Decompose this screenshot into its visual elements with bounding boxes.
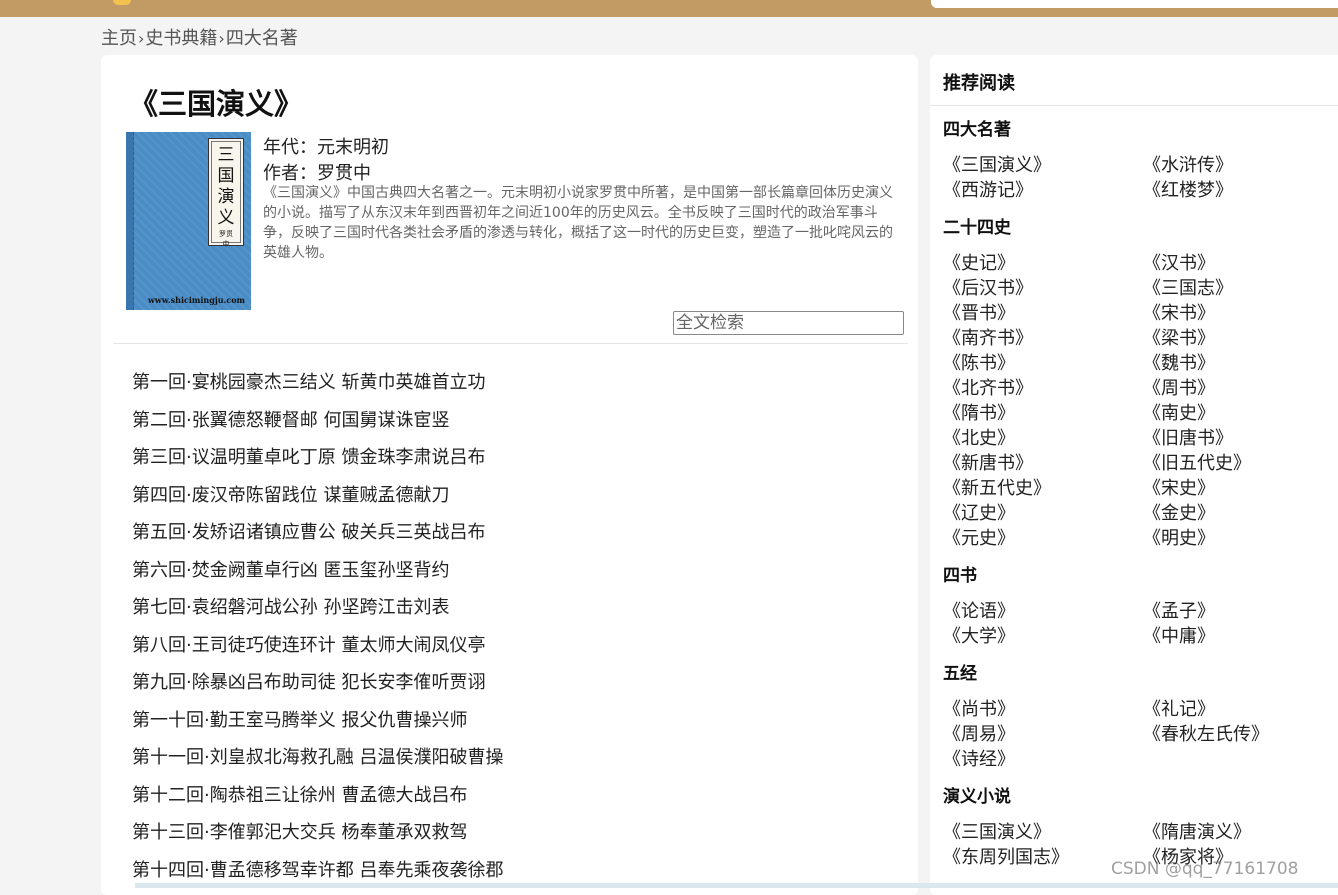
- chapter-link[interactable]: 第四回·废汉帝陈留践位 谋董贼孟德献刀: [132, 477, 503, 515]
- sidebar-divider: [930, 105, 1338, 106]
- book-link[interactable]: 《魏书》: [1143, 351, 1338, 376]
- book-link[interactable]: 《孟子》: [1143, 599, 1338, 624]
- book-link[interactable]: 《汉书》: [1143, 251, 1338, 276]
- book-link[interactable]: 《史记》: [943, 251, 1143, 276]
- book-title: 《三国演义》: [129, 87, 304, 121]
- book-link[interactable]: 《北史》: [943, 426, 1143, 451]
- section-heading: 二十四史: [943, 218, 1011, 238]
- book-description: 《三国演义》中国古典四大名著之一。元末明初小说家罗贯中所著，是中国第一部长篇章回…: [263, 185, 893, 261]
- book-link[interactable]: 《南史》: [1143, 401, 1338, 426]
- site-logo[interactable]: [113, 0, 131, 5]
- book-link[interactable]: 《陈书》: [943, 351, 1143, 376]
- book-link[interactable]: 《宋书》: [1143, 301, 1338, 326]
- book-link[interactable]: 《南齐书》: [943, 326, 1143, 351]
- chapter-link[interactable]: 第六回·焚金阙董卓行凶 匿玉玺孙坚背约: [132, 552, 503, 590]
- book-link[interactable]: 《新五代史》: [943, 476, 1143, 501]
- era-value: 元末明初: [317, 137, 389, 158]
- book-link[interactable]: 《周书》: [1143, 376, 1338, 401]
- top-search-box[interactable]: [931, 0, 1338, 8]
- sidebar-section-four-classics: 四大名著 《三国演义》 《水浒传》 《西游记》 《红楼梦》: [943, 118, 1338, 203]
- chevron-right-icon: ›: [218, 29, 225, 48]
- book-link[interactable]: 《春秋左氏传》: [1143, 722, 1338, 747]
- cover-title-text: 三国演义: [217, 145, 235, 228]
- section-heading: 四书: [943, 566, 977, 586]
- book-link[interactable]: 《尚书》: [943, 697, 1143, 722]
- author-value: 罗贯中: [317, 163, 371, 184]
- book-cover-image: 三国演义 罗贯中 www.shicimingju.com: [126, 132, 251, 310]
- book-link[interactable]: 《晋书》: [943, 301, 1143, 326]
- breadcrumb-current[interactable]: 四大名著: [226, 28, 298, 49]
- bottom-strip: [135, 883, 1338, 888]
- era-label: 年代：: [263, 137, 317, 158]
- book-link[interactable]: 《宋史》: [1143, 476, 1338, 501]
- author-label: 作者：: [263, 163, 317, 184]
- book-link[interactable]: 《三国演义》: [943, 820, 1143, 845]
- book-link[interactable]: 《梁书》: [1143, 326, 1338, 351]
- book-link[interactable]: 《论语》: [943, 599, 1143, 624]
- book-link[interactable]: 《隋唐演义》: [1143, 820, 1338, 845]
- sidebar-section-24-histories: 二十四史 《史记》 《汉书》 《后汉书》 《三国志》 《晋书》 《宋书》 《南齐…: [943, 216, 1338, 551]
- book-link[interactable]: 《北齐书》: [943, 376, 1143, 401]
- chapter-link[interactable]: 第一回·宴桃园豪杰三结义 斩黄巾英雄首立功: [132, 364, 503, 402]
- section-heading: 四大名著: [943, 120, 1011, 140]
- book-author: 作者：罗贯中: [263, 159, 371, 185]
- breadcrumb-home[interactable]: 主页: [101, 28, 137, 49]
- chevron-right-icon: ›: [138, 29, 145, 48]
- section-heading: 演义小说: [943, 787, 1011, 807]
- breadcrumb-category[interactable]: 史书典籍: [145, 28, 217, 49]
- book-link[interactable]: 《辽史》: [943, 501, 1143, 526]
- book-link[interactable]: 《隋书》: [943, 401, 1143, 426]
- book-link[interactable]: 《礼记》: [1143, 697, 1338, 722]
- book-detail-card: 《三国演义》 三国演义 罗贯中 www.shicimingju.com 年代：元…: [101, 55, 918, 895]
- breadcrumb: 主页›史书典籍›四大名著: [101, 24, 298, 50]
- chapter-link[interactable]: 第十三回·李傕郭汜大交兵 杨奉董承双救驾: [132, 814, 503, 852]
- chapter-link[interactable]: 第二回·张翼德怒鞭督邮 何国舅谋诛宦竖: [132, 402, 503, 440]
- top-nav-bar: [0, 0, 1338, 17]
- book-link[interactable]: 《旧唐书》: [1143, 426, 1338, 451]
- chapter-list: 第一回·宴桃园豪杰三结义 斩黄巾英雄首立功 第二回·张翼德怒鞭督邮 何国舅谋诛宦…: [132, 364, 503, 889]
- book-link[interactable]: 《诗经》: [943, 747, 1143, 772]
- sidebar-title: 推荐阅读: [943, 73, 1015, 94]
- book-link[interactable]: 《金史》: [1143, 501, 1338, 526]
- chapter-link[interactable]: 第十二回·陶恭祖三让徐州 曹孟德大战吕布: [132, 777, 503, 815]
- recommended-reading-panel: 推荐阅读 四大名著 《三国演义》 《水浒传》 《西游记》 《红楼梦》 二十四史 …: [930, 55, 1338, 895]
- chapter-link[interactable]: 第七回·袁绍磐河战公孙 孙坚跨江击刘表: [132, 589, 503, 627]
- section-heading: 五经: [943, 664, 977, 684]
- book-link[interactable]: 《三国志》: [1143, 276, 1338, 301]
- chapter-link[interactable]: 第九回·除暴凶吕布助司徒 犯长安李傕听贾诩: [132, 664, 503, 702]
- chapter-link[interactable]: 第五回·发矫诏诸镇应曹公 破关兵三英战吕布: [132, 514, 503, 552]
- book-era: 年代：元末明初: [263, 133, 389, 159]
- chapter-link[interactable]: 第十一回·刘皇叔北海救孔融 吕温侯濮阳破曹操: [132, 739, 503, 777]
- sidebar-section-five-classics: 五经 《尚书》 《礼记》 《周易》 《春秋左氏传》 《诗经》: [943, 662, 1338, 772]
- book-link[interactable]: 《中庸》: [1143, 624, 1338, 649]
- book-link[interactable]: 《元史》: [943, 526, 1143, 551]
- book-link[interactable]: 《红楼梦》: [1143, 178, 1338, 203]
- section-divider: [113, 343, 908, 344]
- cover-spine: [126, 132, 134, 310]
- book-link[interactable]: 《三国演义》: [943, 153, 1143, 178]
- book-link[interactable]: 《大学》: [943, 624, 1143, 649]
- book-link[interactable]: 《后汉书》: [943, 276, 1143, 301]
- sidebar-section-historical-novels: 演义小说 《三国演义》 《隋唐演义》 《东周列国志》 《杨家将》: [943, 785, 1338, 870]
- chapter-link[interactable]: 第一十回·勤王室马腾举义 报父仇曹操兴师: [132, 702, 503, 740]
- book-link[interactable]: 《西游记》: [943, 178, 1143, 203]
- csdn-watermark: CSDN @qq_77161708: [1111, 859, 1299, 879]
- cover-title-label: 三国演义 罗贯中: [208, 138, 244, 248]
- book-link[interactable]: 《明史》: [1143, 526, 1338, 551]
- fulltext-search-input[interactable]: [673, 311, 904, 335]
- sidebar-section-four-books: 四书 《论语》 《孟子》 《大学》 《中庸》: [943, 564, 1338, 649]
- chapter-link[interactable]: 第三回·议温明董卓叱丁原 馈金珠李肃说吕布: [132, 439, 503, 477]
- book-link[interactable]: 《水浒传》: [1143, 153, 1338, 178]
- chapter-link[interactable]: 第八回·王司徒巧使连环计 董太师大闹凤仪亭: [132, 627, 503, 665]
- cover-author-text: 罗贯中: [219, 230, 233, 248]
- cover-url-text: www.shicimingju.com: [148, 295, 245, 305]
- book-link[interactable]: 《新唐书》: [943, 451, 1143, 476]
- book-link[interactable]: 《旧五代史》: [1143, 451, 1338, 476]
- book-link[interactable]: 《周易》: [943, 722, 1143, 747]
